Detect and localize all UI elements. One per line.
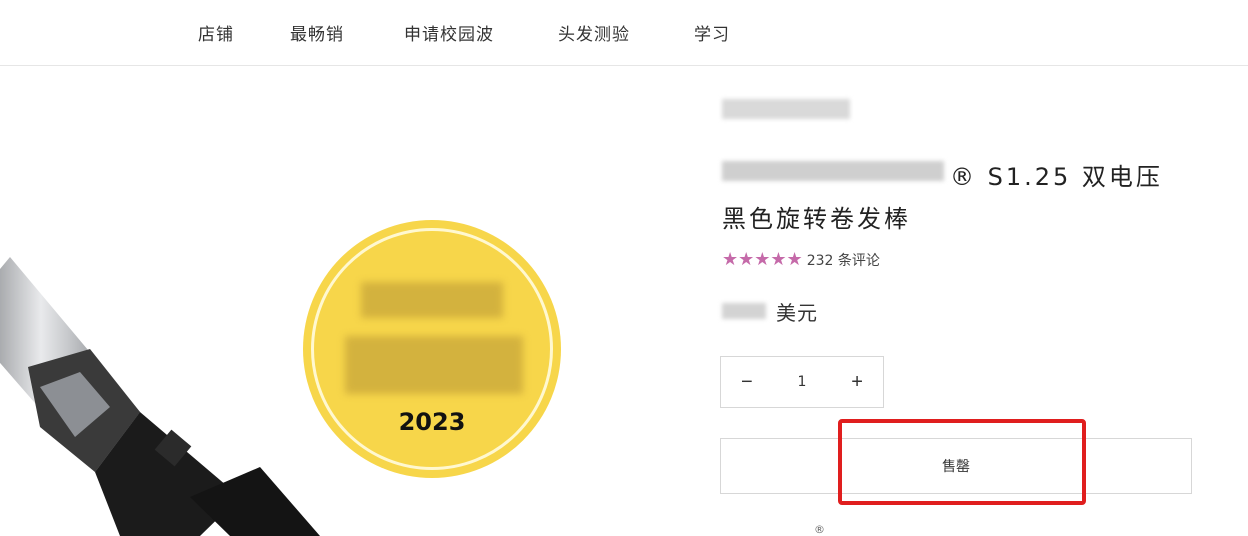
footnote-mark: ® [814,523,825,536]
rating-stars-icon: ★★★★★ [722,249,803,270]
review-count[interactable]: 232 条评论 [807,250,880,270]
highlight-annotation-box [838,419,1086,505]
quantity-value[interactable]: 1 [798,374,807,390]
badge-year: 2023 [398,408,466,436]
price-amount-blurred [722,303,766,319]
nav-item-campus-wave[interactable]: 申请校园波 [404,20,494,45]
product-info: ® S1.25 双电压 黑色旋转卷发棒 ★★★★★ 232 条评论 美元 − 1… [720,67,1220,536]
nav-item-learn[interactable]: 学习 [694,20,730,45]
badge-text-blurred-2 [345,336,523,394]
product-title-line2: 黑色旋转卷发棒 [722,205,911,233]
product-title-blurred [722,161,944,181]
product-media: 2023 [0,67,690,536]
badge-text-blurred [361,282,503,318]
nav-item-store[interactable]: 店铺 [198,20,234,45]
brand-name-blurred [722,99,850,119]
award-badge: 2023 [303,220,561,478]
quantity-stepper: − 1 + [720,356,884,408]
quantity-decrease-button[interactable]: − [741,371,753,394]
nav-item-bestsellers[interactable]: 最畅销 [290,20,344,45]
product-rating[interactable]: ★★★★★ 232 条评论 [722,249,880,270]
price-currency: 美元 [776,301,818,325]
nav-item-hair-quiz[interactable]: 头发测验 [558,20,630,45]
product-title-line1: ® S1.25 双电压 [950,163,1163,191]
quantity-increase-button[interactable]: + [851,371,863,394]
top-navigation: 店铺 最畅销 申请校园波 头发测验 学习 [0,0,1248,66]
